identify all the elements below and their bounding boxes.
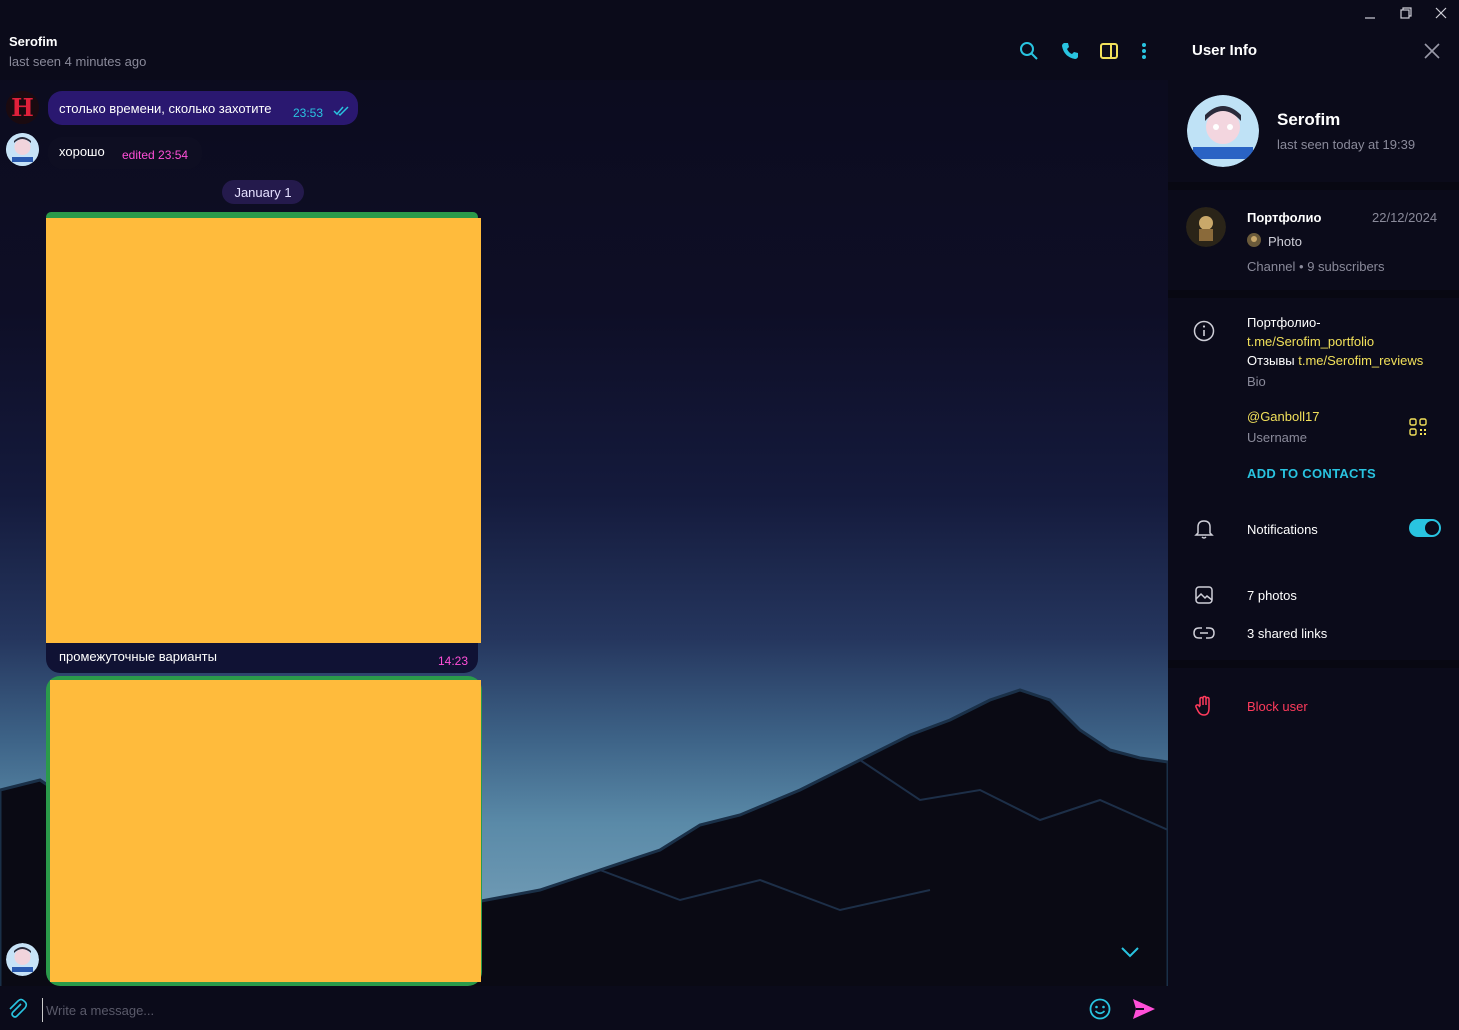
photo-thumb-icon [1247,233,1261,247]
avatar[interactable] [6,943,39,976]
minimize-icon[interactable] [1361,4,1379,22]
divider [1168,660,1459,668]
message-input[interactable] [42,998,1078,1022]
chat-title[interactable]: Serofim [9,34,57,49]
channel-date: 22/12/2024 [1372,210,1438,225]
double-check-icon [333,105,351,120]
hand-stop-icon [1193,695,1215,717]
date-separator: January 1 [222,180,304,204]
photo-message[interactable] [50,680,481,982]
channel-name[interactable]: Портфолио [1247,210,1321,225]
info-icon [1193,320,1215,342]
message-text: хорошо [59,144,105,159]
channel-avatar[interactable] [1186,207,1226,247]
window-close-icon[interactable] [1432,4,1450,22]
photo-time: 14:23 [438,654,469,668]
block-user-button[interactable]: Block user [1247,699,1308,714]
photo-message[interactable] [46,218,481,643]
bio-label: Bio [1247,374,1266,389]
divider [1168,182,1459,190]
shared-photos[interactable]: 7 photos [1247,588,1297,603]
restore-icon[interactable] [1397,4,1415,22]
username-label: Username [1247,430,1307,445]
channel-meta: Channel • 9 subscribers [1247,259,1385,274]
phone-icon[interactable] [1059,40,1081,62]
sidebar-toggle-icon[interactable] [1098,40,1120,62]
panel-title: User Info [1192,42,1258,59]
bell-icon [1193,518,1215,540]
profile-last-seen: last seen today at 19:39 [1277,137,1416,152]
username-value[interactable]: @Ganboll17 [1247,409,1319,424]
photo-caption: промежуточные варианты [59,649,217,664]
shared-links[interactable]: 3 shared links [1247,626,1327,641]
link-icon [1193,622,1215,644]
notifications-toggle[interactable] [1409,519,1441,537]
avatar[interactable]: H [6,91,39,124]
profile-name: Serofim [1277,110,1341,129]
photo-caption-bar: промежуточные варианты 14:23 [46,643,478,673]
close-panel-icon[interactable] [1423,42,1443,62]
message-time: 23:53 [293,106,324,120]
bio-link-reviews[interactable]: t.me/Serofim_reviews [1298,353,1423,368]
bio-line-reviews: Отзывы t.me/Serofim_reviews [1247,353,1423,368]
emoji-icon[interactable] [1089,998,1111,1020]
more-options-icon[interactable] [1133,40,1155,62]
add-to-contacts-button[interactable]: ADD TO CONTACTS [1247,466,1376,481]
avatar[interactable] [6,133,39,166]
channel-preview: Photo [1268,234,1302,249]
photos-icon [1193,584,1215,606]
bio-line: Портфолио- [1247,315,1321,330]
send-icon[interactable] [1131,997,1157,1021]
message-bubble[interactable]: столько времени, сколько захотите 23:53 [48,91,358,125]
svg-text:H: H [11,93,34,122]
bio-reviews-prefix: Отзывы [1247,353,1299,368]
attach-icon[interactable] [6,998,28,1020]
search-icon[interactable] [1018,40,1040,62]
bio-link-portfolio[interactable]: t.me/Serofim_portfolio [1247,334,1374,349]
message-text: столько времени, сколько захотите [59,101,272,116]
chat-area: Serofim last seen 4 minutes ago H стольк… [0,0,1168,1030]
chat-status: last seen 4 minutes ago [9,54,147,69]
profile-avatar[interactable] [1187,95,1259,167]
notifications-label: Notifications [1247,522,1318,537]
scroll-down-icon[interactable] [1119,941,1141,963]
message-time: edited 23:54 [122,148,189,162]
qr-code-icon[interactable] [1409,418,1427,436]
chat-header [0,0,1168,80]
toggle-knob [1425,521,1439,535]
divider [1168,290,1459,298]
message-bubble[interactable]: хорошо edited 23:54 [48,137,202,169]
